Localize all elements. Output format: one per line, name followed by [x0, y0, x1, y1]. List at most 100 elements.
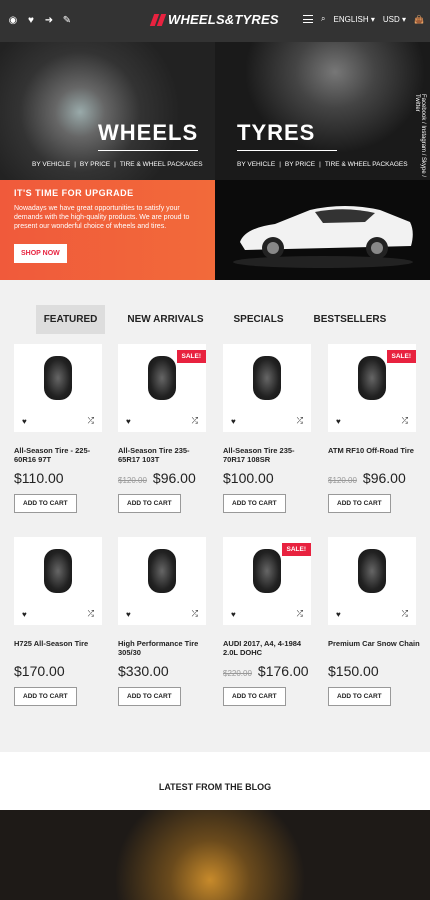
- social-links[interactable]: Facebook / Instagram / Skype / Twitter: [414, 94, 426, 180]
- site-logo[interactable]: WHEELS&TYRES: [149, 12, 279, 27]
- compare-icon[interactable]: ⤮: [88, 416, 94, 426]
- current-price: $110.00: [14, 470, 64, 486]
- product-name[interactable]: All-Season Tire 235-65R17 103T: [118, 446, 210, 464]
- product-image[interactable]: [253, 356, 281, 400]
- current-price: $96.00: [152, 470, 196, 486]
- product-image[interactable]: [148, 549, 176, 593]
- hero-wheels-title: WHEELS: [98, 120, 199, 145]
- product-card[interactable]: ♥ ⤮: [328, 537, 416, 625]
- compare-icon[interactable]: ⤮: [297, 416, 303, 426]
- heart-icon[interactable]: ♥: [336, 610, 341, 619]
- pencil-icon[interactable]: ✎: [62, 16, 72, 26]
- add-to-cart-button[interactable]: ADD TO CART: [328, 687, 391, 706]
- add-to-cart-button[interactable]: ADD TO CART: [223, 494, 286, 513]
- link-by-vehicle[interactable]: BY VEHICLE: [237, 161, 275, 168]
- product-price: $120.00 $96.00: [118, 470, 196, 486]
- top-bar: ◉ ♥ ➜ ✎ WHEELS&TYRES ⌕ ENGLISH ▾ USD ▾ 👜: [0, 0, 430, 42]
- product-image[interactable]: [253, 549, 281, 593]
- add-to-cart-button[interactable]: ADD TO CART: [118, 687, 181, 706]
- product-image[interactable]: [358, 549, 386, 593]
- add-to-cart-button[interactable]: ADD TO CART: [14, 687, 77, 706]
- cart-icon[interactable]: 👜: [414, 15, 424, 24]
- product-name[interactable]: AUDI 2017, A4, 4-1984 2.0L DOHC: [223, 639, 315, 657]
- product-name[interactable]: All-Season Tire 235-70R17 108SR: [223, 446, 315, 464]
- old-price: $220.00: [223, 669, 252, 678]
- top-icons: ◉ ♥ ➜ ✎: [0, 16, 72, 26]
- product-name[interactable]: Premium Car Snow Chain: [328, 639, 420, 648]
- old-price: $120.00: [118, 476, 147, 485]
- login-icon[interactable]: ➜: [44, 16, 54, 26]
- compare-icon[interactable]: ⤮: [402, 416, 408, 426]
- hero-tyres-links: BY VEHICLE | BY PRICE | TIRE & WHEEL PACKA…: [237, 161, 408, 168]
- product-card[interactable]: ♥ ⤮: [14, 537, 102, 625]
- heart-icon[interactable]: ♥: [22, 610, 27, 619]
- heart-icon[interactable]: ♥: [26, 16, 36, 26]
- product-price: $220.00 $176.00: [223, 663, 309, 679]
- sale-badge: SALE!: [281, 543, 311, 556]
- product-image[interactable]: [358, 356, 386, 400]
- divider: [98, 150, 198, 151]
- language-select[interactable]: ENGLISH ▾: [334, 15, 375, 24]
- heart-icon[interactable]: ♥: [126, 417, 131, 426]
- product-name[interactable]: ATM RF10 Off-Road Tire: [328, 446, 420, 455]
- current-price: $170.00: [14, 663, 65, 679]
- logo-mark-icon: [149, 13, 167, 26]
- tab-bestsellers[interactable]: BESTSELLERS: [306, 305, 395, 334]
- hero-wheels-links: BY VEHICLE | BY PRICE | TIRE & WHEEL PACKA…: [32, 161, 203, 168]
- sale-badge: SALE!: [176, 350, 206, 363]
- heart-icon[interactable]: ♥: [22, 417, 27, 426]
- upgrade-text: Nowadays we have great opportunities to …: [14, 205, 190, 230]
- product-tabs: FEATURED NEW ARRIVALS SPECIALS BESTSELLE…: [0, 305, 430, 334]
- current-price: $330.00: [118, 663, 169, 679]
- product-card[interactable]: SALE! ♥ ⤮: [328, 344, 416, 432]
- heart-icon[interactable]: ♥: [126, 610, 131, 619]
- tab-new-arrivals[interactable]: NEW ARRIVALS: [119, 305, 211, 334]
- product-image[interactable]: [44, 356, 72, 400]
- blog-section: LATEST FROM THE BLOG: [0, 752, 430, 810]
- user-circle-icon[interactable]: ◉: [8, 16, 18, 26]
- hero-wheels-banner[interactable]: WHEELS BY VEHICLE | BY PRICE | TIRE & WHEE…: [0, 42, 215, 180]
- divider: [237, 150, 337, 151]
- add-to-cart-button[interactable]: ADD TO CART: [14, 494, 77, 513]
- blog-title: LATEST FROM THE BLOG: [158, 782, 272, 792]
- shop-now-button[interactable]: SHOP NOW: [14, 244, 67, 263]
- menu-icon[interactable]: [303, 15, 314, 23]
- product-name[interactable]: H725 All-Season Tire: [14, 639, 106, 648]
- product-image[interactable]: [44, 549, 72, 593]
- compare-icon[interactable]: ⤮: [192, 416, 198, 426]
- add-to-cart-button[interactable]: ADD TO CART: [118, 494, 181, 513]
- link-by-price[interactable]: BY PRICE: [80, 161, 110, 168]
- product-name[interactable]: All-Season Tire - 225-60R16 97T: [14, 446, 106, 464]
- product-card[interactable]: SALE! ♥ ⤮: [118, 344, 206, 432]
- product-card[interactable]: ♥ ⤮: [223, 344, 311, 432]
- link-by-price[interactable]: BY PRICE: [285, 161, 315, 168]
- blog-image[interactable]: [0, 810, 430, 900]
- search-icon[interactable]: ⌕: [321, 14, 325, 24]
- heart-icon[interactable]: ♥: [231, 417, 236, 426]
- heart-icon[interactable]: ♥: [231, 610, 236, 619]
- product-price: $170.00: [14, 663, 65, 679]
- compare-icon[interactable]: ⤮: [402, 609, 408, 619]
- currency-select[interactable]: USD ▾: [383, 15, 406, 24]
- add-to-cart-button[interactable]: ADD TO CART: [328, 494, 391, 513]
- product-name[interactable]: High Performance Tire 305/30: [118, 639, 210, 657]
- product-card[interactable]: ♥ ⤮: [118, 537, 206, 625]
- product-price: $110.00: [14, 470, 64, 486]
- link-by-vehicle[interactable]: BY VEHICLE: [32, 161, 70, 168]
- product-card[interactable]: SALE! ♥ ⤮: [223, 537, 311, 625]
- compare-icon[interactable]: ⤮: [297, 609, 303, 619]
- link-packages[interactable]: TIRE & WHEEL PACKAGES: [120, 161, 203, 168]
- add-to-cart-button[interactable]: ADD TO CART: [223, 687, 286, 706]
- compare-icon[interactable]: ⤮: [88, 609, 94, 619]
- hero-tyres-banner[interactable]: TYRES BY VEHICLE | BY PRICE | TIRE & WHEEL…: [215, 42, 430, 180]
- product-card[interactable]: ♥ ⤮: [14, 344, 102, 432]
- product-price: $150.00: [328, 663, 379, 679]
- link-packages[interactable]: TIRE & WHEEL PACKAGES: [325, 161, 408, 168]
- product-image[interactable]: [148, 356, 176, 400]
- heart-icon[interactable]: ♥: [336, 417, 341, 426]
- sale-badge: SALE!: [386, 350, 416, 363]
- tab-featured[interactable]: FEATURED: [35, 305, 106, 334]
- car-illustration: [233, 206, 413, 268]
- compare-icon[interactable]: ⤮: [192, 609, 198, 619]
- tab-specials[interactable]: SPECIALS: [226, 305, 292, 334]
